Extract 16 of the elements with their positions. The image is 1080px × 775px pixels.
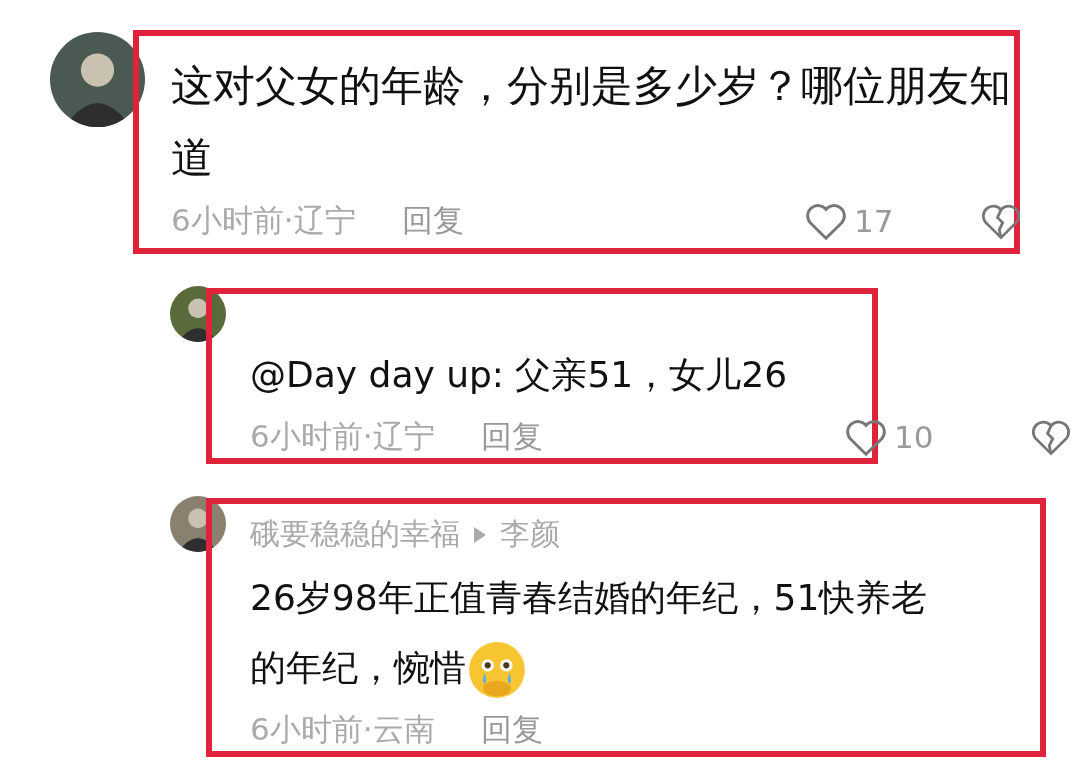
play-triangle-icon [474,526,486,543]
reply-link[interactable]: 回复 [480,416,543,458]
comment-text: @Day day up: 父亲51，女儿26 [250,353,789,397]
reply-link[interactable]: 回复 [401,200,464,242]
comment-time-location: 6小时前·云南 [250,710,435,749]
heart-icon[interactable] [804,201,848,241]
reply-link[interactable]: 回复 [480,709,543,751]
comment-text: 26岁98年正值青春结婚的年纪，51快养老的年纪，惋惜 [250,563,950,703]
heart-icon[interactable] [844,417,888,457]
comment-time-location: 6小时前·辽宁 [250,417,435,456]
comment-text: 这对父女的年龄，分别是多少岁？哪位朋友知道 [171,60,1012,184]
comment-time-location: 6小时前·辽宁 [171,201,356,240]
like-count: 10 [894,419,935,455]
username[interactable]: 硪要稳稳的幸福 [250,514,460,555]
reply-target-username[interactable]: 李颜 [500,514,560,555]
like-count: 17 [854,203,895,239]
